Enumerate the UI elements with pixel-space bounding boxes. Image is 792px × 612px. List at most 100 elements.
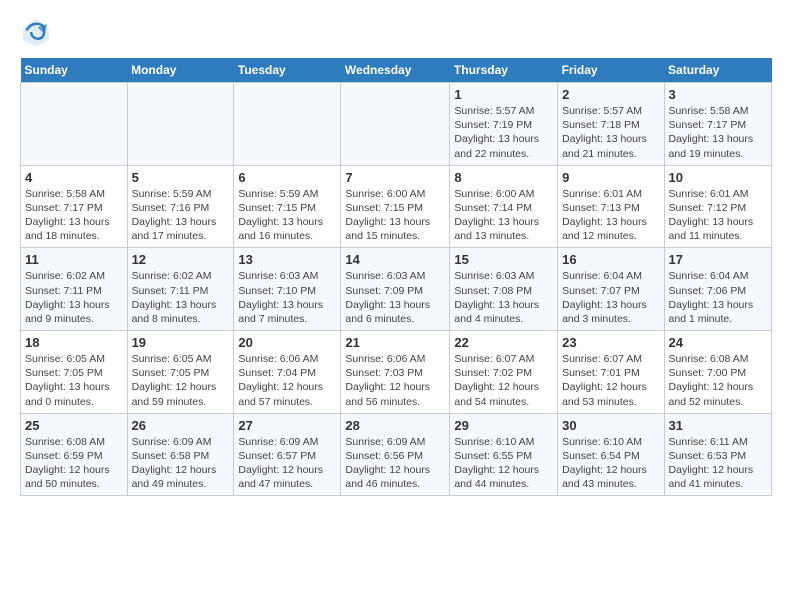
day-number: 5 <box>132 170 230 185</box>
day-cell: 20 Sunrise: 6:06 AM Sunset: 7:04 PM Dayli… <box>234 331 341 414</box>
day-cell: 23 Sunrise: 6:07 AM Sunset: 7:01 PM Dayli… <box>558 331 664 414</box>
day-number: 2 <box>562 87 659 102</box>
day-number: 29 <box>454 418 553 433</box>
day-cell: 31 Sunrise: 6:11 AM Sunset: 6:53 PM Dayli… <box>664 413 771 496</box>
day-cell: 27 Sunrise: 6:09 AM Sunset: 6:57 PM Dayli… <box>234 413 341 496</box>
day-info: Sunrise: 6:00 AM Sunset: 7:15 PM Dayligh… <box>345 187 445 244</box>
day-number: 10 <box>669 170 767 185</box>
day-number: 17 <box>669 252 767 267</box>
day-cell: 4 Sunrise: 5:58 AM Sunset: 7:17 PM Daylig… <box>21 165 128 248</box>
day-number: 26 <box>132 418 230 433</box>
day-number: 1 <box>454 87 553 102</box>
day-number: 6 <box>238 170 336 185</box>
day-number: 15 <box>454 252 553 267</box>
day-cell: 21 Sunrise: 6:06 AM Sunset: 7:03 PM Dayli… <box>341 331 450 414</box>
day-info: Sunrise: 5:59 AM Sunset: 7:16 PM Dayligh… <box>132 187 230 244</box>
day-number: 28 <box>345 418 445 433</box>
header-cell-friday: Friday <box>558 58 664 83</box>
day-info: Sunrise: 6:08 AM Sunset: 7:00 PM Dayligh… <box>669 352 767 409</box>
day-info: Sunrise: 6:02 AM Sunset: 7:11 PM Dayligh… <box>25 269 123 326</box>
day-cell: 15Sunrise: 6:03 AM Sunset: 7:08 PM Dayli… <box>450 248 558 331</box>
day-info: Sunrise: 6:06 AM Sunset: 7:03 PM Dayligh… <box>345 352 445 409</box>
header-cell-saturday: Saturday <box>664 58 771 83</box>
day-number: 14 <box>345 252 445 267</box>
week-row-4: 18 Sunrise: 6:05 AM Sunset: 7:05 PM Dayli… <box>21 331 772 414</box>
day-number: 11 <box>25 252 123 267</box>
day-cell: 28 Sunrise: 6:09 AM Sunset: 6:56 PM Dayli… <box>341 413 450 496</box>
day-cell: 14 Sunrise: 6:03 AM Sunset: 7:09 PM Dayli… <box>341 248 450 331</box>
day-info: Sunrise: 6:00 AM Sunset: 7:14 PM Dayligh… <box>454 187 553 244</box>
day-cell: 2 Sunrise: 5:57 AM Sunset: 7:18 PM Daylig… <box>558 83 664 166</box>
header-cell-thursday: Thursday <box>450 58 558 83</box>
day-cell: 7 Sunrise: 6:00 AM Sunset: 7:15 PM Daylig… <box>341 165 450 248</box>
header-row: SundayMondayTuesdayWednesdayThursdayFrid… <box>21 58 772 83</box>
day-number: 7 <box>345 170 445 185</box>
day-info: Sunrise: 6:05 AM Sunset: 7:05 PM Dayligh… <box>132 352 230 409</box>
week-row-5: 25 Sunrise: 6:08 AM Sunset: 6:59 PM Dayli… <box>21 413 772 496</box>
day-info: Sunrise: 6:03 AM Sunset: 7:09 PM Dayligh… <box>345 269 445 326</box>
day-number: 22 <box>454 335 553 350</box>
day-cell: 30Sunrise: 6:10 AM Sunset: 6:54 PM Dayli… <box>558 413 664 496</box>
day-info: Sunrise: 6:09 AM Sunset: 6:56 PM Dayligh… <box>345 435 445 492</box>
week-row-3: 11 Sunrise: 6:02 AM Sunset: 7:11 PM Dayli… <box>21 248 772 331</box>
day-number: 27 <box>238 418 336 433</box>
day-info: Sunrise: 6:09 AM Sunset: 6:57 PM Dayligh… <box>238 435 336 492</box>
day-number: 23 <box>562 335 659 350</box>
day-cell: 10 Sunrise: 6:01 AM Sunset: 7:12 PM Dayli… <box>664 165 771 248</box>
day-info: Sunrise: 5:57 AM Sunset: 7:19 PM Dayligh… <box>454 104 553 161</box>
day-cell: 12Sunrise: 6:02 AM Sunset: 7:11 PM Dayli… <box>127 248 234 331</box>
day-number: 4 <box>25 170 123 185</box>
header <box>20 16 772 48</box>
day-info: Sunrise: 6:07 AM Sunset: 7:01 PM Dayligh… <box>562 352 659 409</box>
day-info: Sunrise: 6:03 AM Sunset: 7:10 PM Dayligh… <box>238 269 336 326</box>
day-info: Sunrise: 6:01 AM Sunset: 7:13 PM Dayligh… <box>562 187 659 244</box>
day-info: Sunrise: 6:07 AM Sunset: 7:02 PM Dayligh… <box>454 352 553 409</box>
day-number: 16 <box>562 252 659 267</box>
day-cell: 11 Sunrise: 6:02 AM Sunset: 7:11 PM Dayli… <box>21 248 128 331</box>
day-info: Sunrise: 6:01 AM Sunset: 7:12 PM Dayligh… <box>669 187 767 244</box>
day-cell: 13 Sunrise: 6:03 AM Sunset: 7:10 PM Dayli… <box>234 248 341 331</box>
day-number: 8 <box>454 170 553 185</box>
day-cell: 17Sunrise: 6:04 AM Sunset: 7:06 PM Dayli… <box>664 248 771 331</box>
day-cell: 19 Sunrise: 6:05 AM Sunset: 7:05 PM Dayli… <box>127 331 234 414</box>
day-cell <box>234 83 341 166</box>
day-info: Sunrise: 5:57 AM Sunset: 7:18 PM Dayligh… <box>562 104 659 161</box>
day-cell <box>21 83 128 166</box>
day-info: Sunrise: 5:59 AM Sunset: 7:15 PM Dayligh… <box>238 187 336 244</box>
day-cell: 6 Sunrise: 5:59 AM Sunset: 7:15 PM Daylig… <box>234 165 341 248</box>
day-number: 19 <box>132 335 230 350</box>
day-number: 24 <box>669 335 767 350</box>
day-cell: 25 Sunrise: 6:08 AM Sunset: 6:59 PM Dayli… <box>21 413 128 496</box>
logo-icon <box>20 16 52 48</box>
day-number: 25 <box>25 418 123 433</box>
day-number: 20 <box>238 335 336 350</box>
day-info: Sunrise: 6:08 AM Sunset: 6:59 PM Dayligh… <box>25 435 123 492</box>
day-cell: 8 Sunrise: 6:00 AM Sunset: 7:14 PM Daylig… <box>450 165 558 248</box>
header-cell-wednesday: Wednesday <box>341 58 450 83</box>
day-number: 13 <box>238 252 336 267</box>
day-info: Sunrise: 6:06 AM Sunset: 7:04 PM Dayligh… <box>238 352 336 409</box>
day-info: Sunrise: 5:58 AM Sunset: 7:17 PM Dayligh… <box>25 187 123 244</box>
day-cell: 3 Sunrise: 5:58 AM Sunset: 7:17 PM Daylig… <box>664 83 771 166</box>
header-cell-monday: Monday <box>127 58 234 83</box>
day-number: 18 <box>25 335 123 350</box>
day-number: 31 <box>669 418 767 433</box>
day-cell <box>127 83 234 166</box>
day-info: Sunrise: 6:04 AM Sunset: 7:07 PM Dayligh… <box>562 269 659 326</box>
day-info: Sunrise: 6:11 AM Sunset: 6:53 PM Dayligh… <box>669 435 767 492</box>
day-number: 3 <box>669 87 767 102</box>
day-cell: 29 Sunrise: 6:10 AM Sunset: 6:55 PM Dayli… <box>450 413 558 496</box>
logo <box>20 16 56 48</box>
day-number: 12 <box>132 252 230 267</box>
day-cell: 9Sunrise: 6:01 AM Sunset: 7:13 PM Daylig… <box>558 165 664 248</box>
day-info: Sunrise: 6:10 AM Sunset: 6:55 PM Dayligh… <box>454 435 553 492</box>
day-cell: 18Sunrise: 6:05 AM Sunset: 7:05 PM Dayli… <box>21 331 128 414</box>
day-info: Sunrise: 6:09 AM Sunset: 6:58 PM Dayligh… <box>132 435 230 492</box>
page: SundayMondayTuesdayWednesdayThursdayFrid… <box>0 0 792 506</box>
day-cell: 22 Sunrise: 6:07 AM Sunset: 7:02 PM Dayli… <box>450 331 558 414</box>
day-cell: 1 Sunrise: 5:57 AM Sunset: 7:19 PM Daylig… <box>450 83 558 166</box>
day-cell: 16 Sunrise: 6:04 AM Sunset: 7:07 PM Dayli… <box>558 248 664 331</box>
header-cell-tuesday: Tuesday <box>234 58 341 83</box>
day-info: Sunrise: 5:58 AM Sunset: 7:17 PM Dayligh… <box>669 104 767 161</box>
day-number: 21 <box>345 335 445 350</box>
